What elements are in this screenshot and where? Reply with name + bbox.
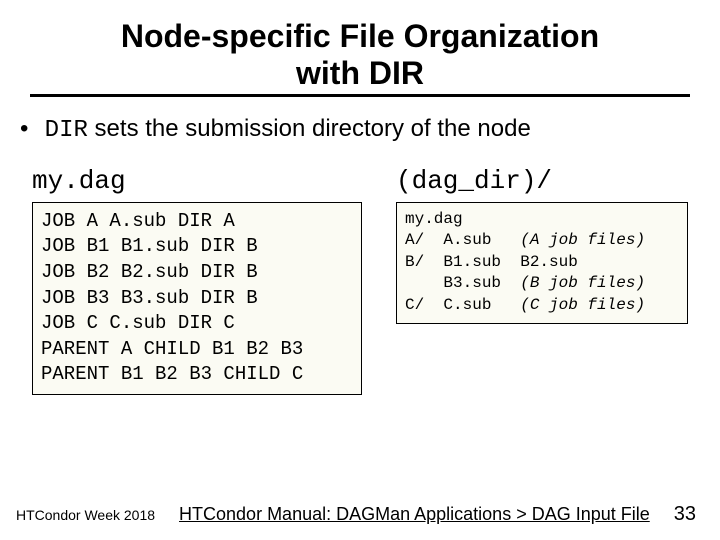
dir-line-note: (B job files) <box>520 274 645 292</box>
footer-center: HTCondor Manual: DAGMan Applications > D… <box>155 504 674 525</box>
bullet-text: sets the submission directory of the nod… <box>88 115 531 142</box>
dir-line-text: B/ B1.sub B2.sub <box>405 253 578 271</box>
dir-line-text: my.dag <box>405 210 463 228</box>
dir-line-note: (C job files) <box>520 296 645 314</box>
bullet-item: • DIR sets the submission directory of t… <box>20 115 700 144</box>
right-column: (dag_dir)/ my.dag A/ A.sub (A job files)… <box>396 166 688 395</box>
slide-number: 33 <box>674 503 696 526</box>
manual-link[interactable]: HTCondor Manual: DAGMan Applications > D… <box>179 504 650 524</box>
left-column: my.dag JOB A A.sub DIR A JOB B1 B1.sub D… <box>32 166 362 395</box>
footer-left-text: HTCondor Week 2018 <box>16 507 155 523</box>
dag-code-box: JOB A A.sub DIR A JOB B1 B1.sub DIR B JO… <box>32 202 362 395</box>
title-underline <box>30 94 690 97</box>
slide-title: Node-specific File Organization with DIR <box>0 0 720 92</box>
dir-line-text: C/ C.sub <box>405 296 520 314</box>
bullet-keyword: DIR <box>45 117 88 144</box>
title-line-2: with DIR <box>0 55 720 92</box>
dir-line-text: B3.sub <box>405 274 520 292</box>
dir-line-text: A/ A.sub <box>405 231 520 249</box>
dir-line-note: (A job files) <box>520 231 645 249</box>
bullet-marker: • <box>20 115 38 143</box>
slide: Node-specific File Organization with DIR… <box>0 0 720 540</box>
content-columns: my.dag JOB A A.sub DIR A JOB B1 B1.sub D… <box>0 166 720 395</box>
footer: HTCondor Week 2018 HTCondor Manual: DAGM… <box>0 503 720 526</box>
left-header: my.dag <box>32 166 362 196</box>
dir-listing-box: my.dag A/ A.sub (A job files) B/ B1.sub … <box>396 202 688 324</box>
title-line-1: Node-specific File Organization <box>0 18 720 55</box>
right-header: (dag_dir)/ <box>396 166 688 196</box>
